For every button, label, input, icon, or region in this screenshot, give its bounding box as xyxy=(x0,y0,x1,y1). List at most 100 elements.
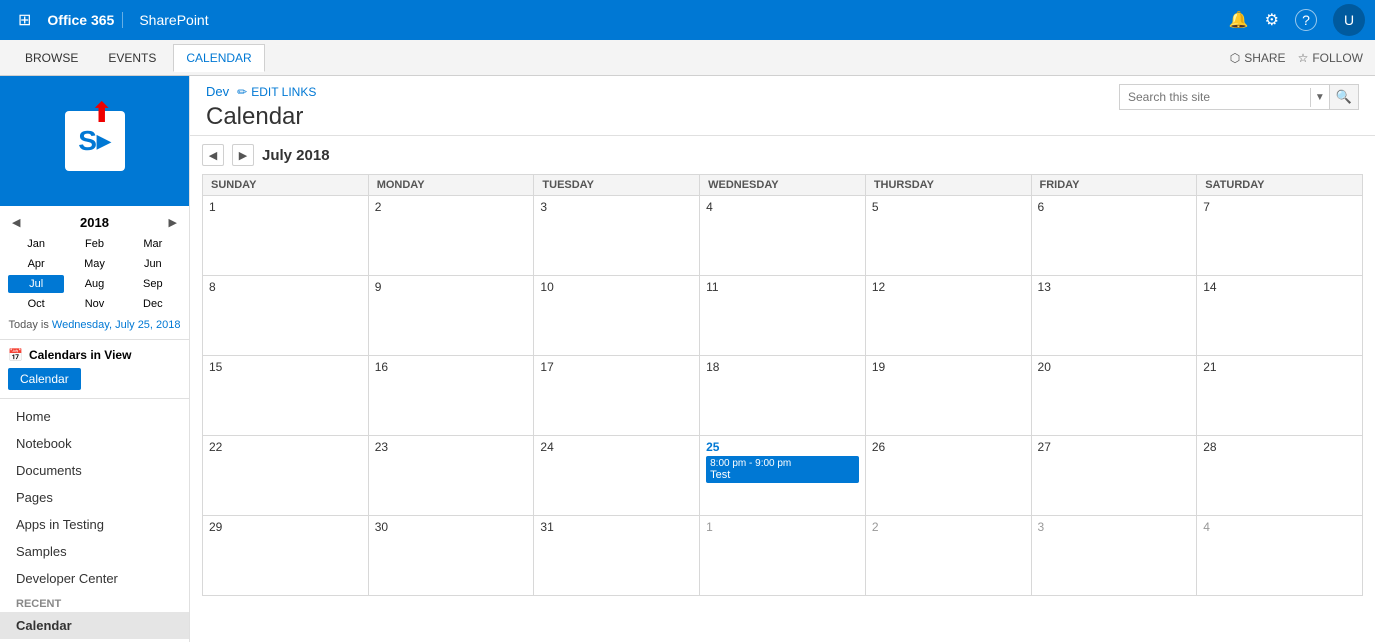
day-19[interactable]: 19 xyxy=(865,356,1031,436)
mini-cal-jun[interactable]: Jun xyxy=(125,255,181,273)
day-next-1[interactable]: 1 xyxy=(700,516,866,596)
day-26[interactable]: 26 xyxy=(865,436,1031,516)
day-4[interactable]: 4 xyxy=(700,196,866,276)
day-16[interactable]: 16 xyxy=(368,356,534,436)
search-box-area: ▼ 🔍 xyxy=(1119,84,1359,110)
mini-cal-next[interactable]: ▶ xyxy=(165,214,181,231)
day-31[interactable]: 31 xyxy=(534,516,700,596)
day-27[interactable]: 27 xyxy=(1031,436,1197,516)
tab-calendar[interactable]: CALENDAR xyxy=(173,44,264,72)
day-next-3[interactable]: 3 xyxy=(1031,516,1197,596)
nav-notebook[interactable]: Notebook xyxy=(0,430,189,457)
cal-next-button[interactable]: ▶ xyxy=(232,144,254,166)
cal-month-label: July 2018 xyxy=(262,147,330,164)
nav-pages[interactable]: Pages xyxy=(0,484,189,511)
day-30[interactable]: 30 xyxy=(368,516,534,596)
follow-label: FOLLOW xyxy=(1312,51,1363,65)
sharepoint-label[interactable]: SharePoint xyxy=(131,12,208,28)
day-24[interactable]: 24 xyxy=(534,436,700,516)
nav-home[interactable]: Home xyxy=(0,403,189,430)
table-row: 8 9 10 11 12 13 14 xyxy=(203,276,1363,356)
day-8[interactable]: 8 xyxy=(203,276,369,356)
share-icon: ⬡ xyxy=(1230,51,1240,65)
col-thursday: THURSDAY xyxy=(865,175,1031,196)
search-box: ▼ 🔍 xyxy=(1119,84,1359,110)
mini-cal-prev[interactable]: ◀ xyxy=(8,214,24,231)
mini-cal-feb[interactable]: Feb xyxy=(66,235,122,253)
day-29[interactable]: 29 xyxy=(203,516,369,596)
mini-cal-jan[interactable]: Jan xyxy=(8,235,64,253)
calendar-navigation: ◀ ▶ July 2018 xyxy=(202,144,1363,166)
day-3[interactable]: 3 xyxy=(534,196,700,276)
waffle-icon[interactable]: ⊞ xyxy=(10,6,39,34)
day-9[interactable]: 9 xyxy=(368,276,534,356)
day-25[interactable]: 25 8:00 pm - 9:00 pm Test xyxy=(700,436,866,516)
nav-documents[interactable]: Documents xyxy=(0,457,189,484)
follow-button[interactable]: ☆ FOLLOW xyxy=(1298,51,1363,65)
search-button[interactable]: 🔍 xyxy=(1329,85,1358,109)
mini-cal-apr[interactable]: Apr xyxy=(8,255,64,273)
share-button[interactable]: ⬡ SHARE xyxy=(1230,51,1286,65)
edit-links[interactable]: ✏ EDIT LINKS xyxy=(237,85,316,99)
mini-cal-mar[interactable]: Mar xyxy=(125,235,181,253)
day-7[interactable]: 7 xyxy=(1197,196,1363,276)
office365-label[interactable]: Office 365 xyxy=(47,12,123,28)
day-21[interactable]: 21 xyxy=(1197,356,1363,436)
page-title: Calendar xyxy=(206,103,316,131)
edit-links-label[interactable]: EDIT LINKS xyxy=(251,85,316,99)
share-label: SHARE xyxy=(1244,51,1285,65)
top-nav-icons: 🔔 ⚙ ? U xyxy=(1229,4,1365,36)
nav-apps-in-testing[interactable]: Apps in Testing xyxy=(0,511,189,538)
mini-cal-nov[interactable]: Nov xyxy=(66,295,122,313)
day-17[interactable]: 17 xyxy=(534,356,700,436)
calendar-event[interactable]: 8:00 pm - 9:00 pm Test xyxy=(706,456,859,483)
day-28[interactable]: 28 xyxy=(1197,436,1363,516)
day-20[interactable]: 20 xyxy=(1031,356,1197,436)
search-input[interactable] xyxy=(1120,86,1310,108)
mini-cal-today: Today is Wednesday, July 25, 2018 xyxy=(8,319,181,331)
day-11[interactable]: 11 xyxy=(700,276,866,356)
day-18[interactable]: 18 xyxy=(700,356,866,436)
dev-link[interactable]: Dev xyxy=(206,84,229,99)
day-23[interactable]: 23 xyxy=(368,436,534,516)
mini-cal-oct[interactable]: Oct xyxy=(8,295,64,313)
day-22[interactable]: 22 xyxy=(203,436,369,516)
table-row: 1 2 3 4 5 6 7 xyxy=(203,196,1363,276)
mini-cal-sep[interactable]: Sep xyxy=(125,275,181,293)
tab-browse[interactable]: BROWSE xyxy=(12,44,91,72)
day-13[interactable]: 13 xyxy=(1031,276,1197,356)
today-link[interactable]: Wednesday, July 25, 2018 xyxy=(52,319,181,331)
content-area: Dev ✏ EDIT LINKS Calendar ▼ 🔍 xyxy=(190,76,1375,642)
help-icon[interactable]: ? xyxy=(1295,9,1317,31)
mini-cal-may[interactable]: May xyxy=(66,255,122,273)
site-logo: S ▶ ⬆ xyxy=(0,76,189,206)
col-wednesday: WEDNESDAY xyxy=(700,175,866,196)
day-6[interactable]: 6 xyxy=(1031,196,1197,276)
mini-cal-jul[interactable]: Jul xyxy=(8,275,64,293)
cal-prev-button[interactable]: ◀ xyxy=(202,144,224,166)
day-5[interactable]: 5 xyxy=(865,196,1031,276)
day-1[interactable]: 1 xyxy=(203,196,369,276)
col-saturday: SATURDAY xyxy=(1197,175,1363,196)
bell-icon[interactable]: 🔔 xyxy=(1229,10,1249,30)
calendar-view-button[interactable]: Calendar xyxy=(8,368,81,390)
logo-arrow: ⬆ xyxy=(90,96,113,129)
day-next-4[interactable]: 4 xyxy=(1197,516,1363,596)
day-15[interactable]: 15 xyxy=(203,356,369,436)
day-10[interactable]: 10 xyxy=(534,276,700,356)
content-header: Dev ✏ EDIT LINKS Calendar ▼ 🔍 xyxy=(190,76,1375,136)
tab-events[interactable]: EVENTS xyxy=(95,44,169,72)
gear-icon[interactable]: ⚙ xyxy=(1265,10,1279,30)
mini-cal-aug[interactable]: Aug xyxy=(66,275,122,293)
nav-developer-center[interactable]: Developer Center xyxy=(0,565,189,592)
day-12[interactable]: 12 xyxy=(865,276,1031,356)
nav-samples[interactable]: Samples xyxy=(0,538,189,565)
mini-cal-dec[interactable]: Dec xyxy=(125,295,181,313)
day-2[interactable]: 2 xyxy=(368,196,534,276)
day-14[interactable]: 14 xyxy=(1197,276,1363,356)
ribbon-bar: BROWSE EVENTS CALENDAR ⬡ SHARE ☆ FOLLOW xyxy=(0,40,1375,76)
user-avatar[interactable]: U xyxy=(1333,4,1365,36)
search-dropdown-arrow[interactable]: ▼ xyxy=(1310,88,1329,107)
day-next-2[interactable]: 2 xyxy=(865,516,1031,596)
nav-calendar[interactable]: Calendar xyxy=(0,612,189,639)
